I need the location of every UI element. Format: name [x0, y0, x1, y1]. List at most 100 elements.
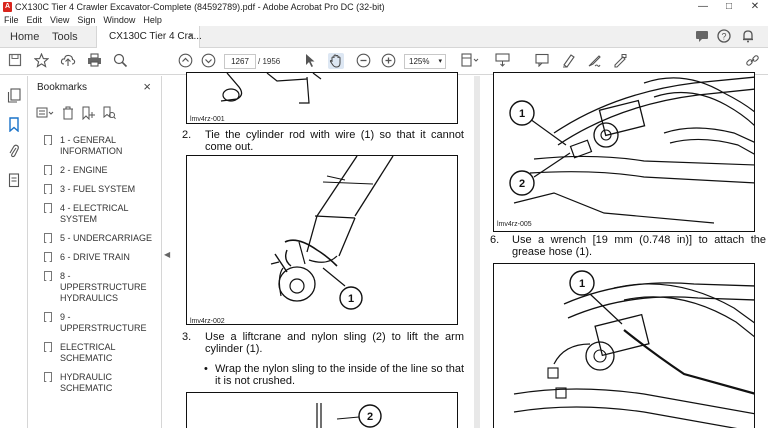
- figure-label: lmv4rz-001: [190, 116, 225, 123]
- document-view[interactable]: lmv4rz-001 2. Tie the cylinder rod with …: [174, 72, 768, 428]
- page-thumbnails-icon[interactable]: [6, 88, 22, 104]
- collapse-panel-arrow-icon[interactable]: ◀: [164, 250, 170, 259]
- page-number-input[interactable]: 1267: [224, 54, 256, 69]
- bookmark-item-upperstructure[interactable]: 9 - UPPERSTRUCTURE: [44, 312, 158, 334]
- next-page-icon[interactable]: [200, 53, 216, 70]
- comment-bubble-icon[interactable]: [694, 29, 710, 45]
- bookmark-item-general-information[interactable]: 1 - GENERAL INFORMATION: [44, 135, 158, 157]
- tab-document[interactable]: CX130C Tier 4 Cra... ×: [96, 26, 202, 49]
- zoom-in-icon[interactable]: [380, 53, 396, 70]
- highlight-pen-icon[interactable]: [560, 53, 576, 70]
- tab-tools[interactable]: Tools: [52, 26, 78, 48]
- select-cursor-icon[interactable]: [303, 53, 317, 70]
- menu-sign[interactable]: Sign: [73, 15, 99, 25]
- figure-hose-fitting: 1 2: [493, 72, 755, 232]
- step-3: 3. Use a liftcrane and nylon sling (2) t…: [182, 331, 464, 355]
- zoom-search-icon[interactable]: [112, 53, 128, 70]
- bookmark-item-electrical-system[interactable]: 4 - ELECTRICAL SYSTEM: [44, 203, 158, 225]
- menu-bar: File Edit View Sign Window Help: [0, 13, 768, 26]
- hand-tool-icon[interactable]: [327, 53, 345, 70]
- zoom-out-icon[interactable]: [355, 53, 371, 70]
- bookmark-icon: [44, 271, 52, 281]
- step-number: 3.: [182, 331, 192, 343]
- menu-edit[interactable]: Edit: [23, 15, 47, 25]
- tab-bar: Home Tools CX130C Tier 4 Cra... × ?: [0, 26, 768, 49]
- figure-callout-2: 2: [519, 178, 525, 190]
- bookmark-icon: [44, 165, 52, 175]
- bookmark-item-undercarriage[interactable]: 5 - UNDERCARRIAGE: [44, 233, 158, 244]
- tab-home[interactable]: Home: [10, 26, 39, 48]
- zoom-level-value: 125%: [409, 57, 430, 66]
- print-icon[interactable]: [86, 53, 102, 70]
- attachments-paperclip-icon[interactable]: [6, 144, 22, 160]
- acrobat-app-icon: A: [3, 1, 12, 12]
- minimize-button[interactable]: —: [690, 0, 716, 13]
- menu-window[interactable]: Window: [99, 15, 139, 25]
- bookmarks-tools: [36, 106, 116, 122]
- fill-sign-icon[interactable]: [612, 53, 628, 70]
- find-bookmark-icon[interactable]: [103, 106, 116, 122]
- menu-file[interactable]: File: [0, 15, 23, 25]
- zoom-level-select[interactable]: 125% ▾: [404, 54, 446, 69]
- bookmark-item-fuel-system[interactable]: 3 - FUEL SYSTEM: [44, 184, 158, 195]
- bookmark-icon: [44, 372, 52, 382]
- page-fit-icon[interactable]: [460, 53, 480, 70]
- step-2: 2. Tie the cylinder rod with wire (1) so…: [182, 129, 464, 153]
- main-toolbar: 1267 / 1956 125% ▾: [0, 48, 768, 75]
- notifications-bell-icon[interactable]: [740, 29, 756, 45]
- step-3-substep: • Wrap the nylon sling to the inside of …: [204, 363, 464, 387]
- bookmark-star-icon[interactable]: [33, 52, 49, 70]
- step-text: Tie the cylinder rod with wire (1) so th…: [205, 129, 464, 153]
- bookmark-item-hydraulic-schematic[interactable]: HYDRAULIC SCHEMATIC: [44, 372, 158, 394]
- bookmark-icon: [44, 184, 52, 194]
- delete-bookmark-icon[interactable]: [62, 106, 74, 122]
- bookmark-icon: [44, 342, 52, 352]
- bullet: •: [204, 363, 208, 375]
- figure-label: lmv4rz-002: [190, 318, 225, 325]
- save-icon[interactable]: [7, 53, 23, 70]
- bookmark-item-electrical-schematic[interactable]: ELECTRICAL SCHEMATIC: [44, 342, 158, 364]
- svg-text:?: ?: [721, 32, 726, 42]
- bookmarks-panel-icon[interactable]: [6, 117, 22, 133]
- step-6: 6. Use a wrench [19 mm (0.748 in)] to at…: [490, 234, 766, 258]
- bookmark-options-icon[interactable]: [36, 106, 54, 122]
- bookmark-icon: [44, 312, 52, 322]
- window-title: CX130C Tier 4 Crawler Excavator-Complete…: [15, 1, 385, 12]
- bookmark-item-upperstructure-hydraulics[interactable]: 8 - UPPERSTRUCTURE HYDRAULICS: [44, 271, 158, 304]
- cloud-upload-icon[interactable]: [60, 53, 76, 70]
- bookmarks-header: Bookmarks: [37, 82, 88, 93]
- step-text: Use a liftcrane and nylon sling (2) to l…: [205, 331, 464, 355]
- page-total-label: / 1956: [258, 57, 281, 66]
- close-panel-icon[interactable]: ×: [143, 79, 151, 94]
- add-comment-icon[interactable]: [534, 53, 550, 70]
- bookmark-icon: [44, 233, 52, 243]
- figure-nylon-sling: 2: [186, 392, 458, 428]
- navigation-rail: [0, 76, 28, 428]
- close-tab-icon[interactable]: ×: [188, 26, 194, 48]
- close-window-button[interactable]: ✕: [742, 0, 768, 13]
- step-number: 2.: [182, 129, 192, 141]
- maximize-button[interactable]: □: [716, 0, 742, 13]
- menu-help[interactable]: Help: [139, 15, 166, 25]
- pdf-page-left: lmv4rz-001 2. Tie the cylinder rod with …: [174, 72, 474, 428]
- figure-label: lmv4rz-005: [497, 221, 532, 228]
- layers-page-icon[interactable]: [6, 173, 22, 189]
- figure-callout-1: 1: [579, 278, 585, 290]
- bookmarks-panel: Bookmarks × 1 - GENERAL INFORMATION 2 - …: [28, 76, 162, 428]
- bookmark-item-drive-train[interactable]: 6 - DRIVE TRAIN: [44, 252, 158, 263]
- draw-signature-icon[interactable]: [586, 53, 602, 70]
- menu-view[interactable]: View: [46, 15, 73, 25]
- keyboard-icon[interactable]: [494, 53, 510, 70]
- previous-page-icon[interactable]: [177, 53, 193, 70]
- substep-text: Wrap the nylon sling to the inside of th…: [215, 363, 464, 387]
- figure-cylinder-top: [186, 72, 458, 124]
- step-text: Use a wrench [19 mm (0.748 in)] to attac…: [512, 234, 766, 258]
- figure-grease-hose: 1: [493, 263, 755, 428]
- help-icon[interactable]: ?: [716, 29, 732, 45]
- new-bookmark-icon[interactable]: [82, 106, 95, 122]
- share-link-icon[interactable]: [744, 53, 760, 70]
- pdf-page-right: 1 2 lmv4rz-005 6. Use a wrench [19 mm (0…: [480, 72, 768, 428]
- bookmark-item-engine[interactable]: 2 - ENGINE: [44, 165, 158, 176]
- bookmark-icon: [44, 252, 52, 262]
- figure-callout-1: 1: [519, 108, 525, 120]
